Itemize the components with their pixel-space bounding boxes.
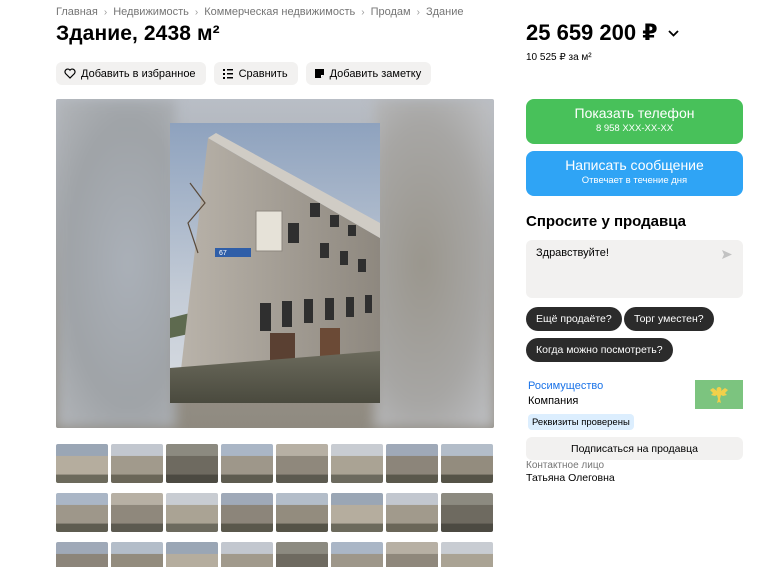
photo-thumbnail[interactable]: [111, 542, 163, 567]
photo-thumbnail[interactable]: [386, 444, 438, 483]
photo-thumbnail[interactable]: [331, 493, 383, 532]
contact-person-label: Контактное лицо: [526, 460, 605, 471]
photo-thumbnail[interactable]: [56, 542, 108, 567]
contact-person-name: Татьяна Олеговна: [526, 472, 615, 484]
photo-thumbnails: [56, 444, 494, 567]
thumbnail-row: [56, 542, 494, 567]
add-to-favorites-button[interactable]: Добавить в избранное: [56, 62, 206, 85]
chevron-right-icon: ›: [361, 6, 365, 18]
price: 25 659 200 ₽: [526, 20, 679, 46]
response-time: Отвечает в течение дня: [581, 175, 688, 186]
quick-question-still-selling[interactable]: Ещё продаёте?: [526, 307, 622, 331]
photo-thumbnail[interactable]: [276, 444, 328, 483]
thumbnail-row: [56, 493, 494, 532]
photo-thumbnail[interactable]: [111, 444, 163, 483]
photo-thumbnail[interactable]: [386, 493, 438, 532]
building-photo: 67: [170, 123, 380, 403]
compare-button[interactable]: Сравнить: [213, 62, 298, 85]
photo-thumbnail[interactable]: [221, 542, 273, 567]
breadcrumb-realty[interactable]: Недвижимость: [113, 6, 189, 18]
photo-thumbnail[interactable]: [386, 542, 438, 567]
show-phone-label: Показать телефон: [574, 105, 695, 121]
photo-blur-left: [56, 99, 176, 428]
photo-thumbnail[interactable]: [441, 542, 493, 567]
show-phone-button[interactable]: Показать телефон 8 958 XXX-XX-XX: [526, 99, 743, 144]
photo-thumbnail[interactable]: [166, 493, 218, 532]
breadcrumb-building[interactable]: Здание: [426, 6, 464, 18]
photo-thumbnail[interactable]: [331, 542, 383, 567]
photo-thumbnail[interactable]: [221, 444, 273, 483]
add-note-label: Добавить заметку: [329, 67, 422, 80]
price-per-meter: 10 525 ₽ за м²: [526, 52, 592, 63]
breadcrumb: Главная › Недвижимость › Коммерческая не…: [56, 6, 463, 18]
building-number-sign: 67: [219, 250, 227, 257]
seller-logo[interactable]: [695, 380, 743, 409]
photo-thumbnail[interactable]: [56, 493, 108, 532]
breadcrumb-sell[interactable]: Продам: [371, 6, 411, 18]
add-to-favorites-label: Добавить в избранное: [81, 67, 196, 80]
photo-blur-right: [374, 99, 494, 428]
subscribe-seller-button[interactable]: Подписаться на продавца: [526, 437, 743, 460]
seller-name-link[interactable]: Росимущество: [528, 380, 603, 392]
send-icon[interactable]: [721, 249, 733, 263]
write-message-label: Написать сообщение: [565, 157, 704, 173]
photo-thumbnail[interactable]: [441, 493, 493, 532]
photo-thumbnail[interactable]: [166, 542, 218, 567]
thumbnail-row: [56, 444, 494, 483]
breadcrumb-home[interactable]: Главная: [56, 6, 98, 18]
double-headed-eagle-icon: [710, 386, 728, 403]
photo-thumbnail[interactable]: [276, 493, 328, 532]
quick-question-bargain[interactable]: Торг уместен?: [624, 307, 714, 331]
photo-thumbnail[interactable]: [441, 444, 493, 483]
photo-thumbnail[interactable]: [166, 444, 218, 483]
main-photo[interactable]: 67: [56, 99, 494, 428]
photo-thumbnail[interactable]: [331, 444, 383, 483]
chevron-down-icon[interactable]: [667, 29, 679, 37]
photo-thumbnail[interactable]: [111, 493, 163, 532]
photo-thumbnail[interactable]: [221, 493, 273, 532]
chevron-right-icon: ›: [416, 6, 420, 18]
write-message-button[interactable]: Написать сообщение Отвечает в течение дн…: [526, 151, 743, 196]
chevron-right-icon: ›: [103, 6, 108, 18]
compare-label: Сравнить: [238, 67, 288, 80]
verified-badge: Реквизиты проверены: [528, 414, 634, 430]
message-input-text: Здравствуйте!: [536, 247, 609, 259]
page-title: Здание, 2438 м²: [56, 22, 220, 45]
breadcrumb-commercial[interactable]: Коммерческая недвижимость: [204, 6, 355, 18]
heart-icon: [64, 68, 76, 79]
quick-question-viewing[interactable]: Когда можно посмотреть?: [526, 338, 673, 362]
phone-number-masked: 8 958 XXX-XX-XX: [595, 123, 674, 134]
photo-thumbnail[interactable]: [276, 542, 328, 567]
listing-actions: Добавить в избранное Сравнить Добавить з…: [56, 62, 432, 85]
ask-seller-title: Спросите у продавца: [526, 213, 686, 230]
compare-icon: [222, 68, 234, 79]
message-input[interactable]: Здравствуйте!: [526, 240, 743, 298]
seller-type: Компания: [528, 395, 579, 407]
price-value: 25 659 200 ₽: [526, 20, 658, 45]
photo-thumbnail[interactable]: [56, 444, 108, 483]
chevron-right-icon: ›: [194, 6, 199, 18]
note-icon: [314, 68, 325, 79]
add-note-button[interactable]: Добавить заметку: [305, 62, 432, 85]
